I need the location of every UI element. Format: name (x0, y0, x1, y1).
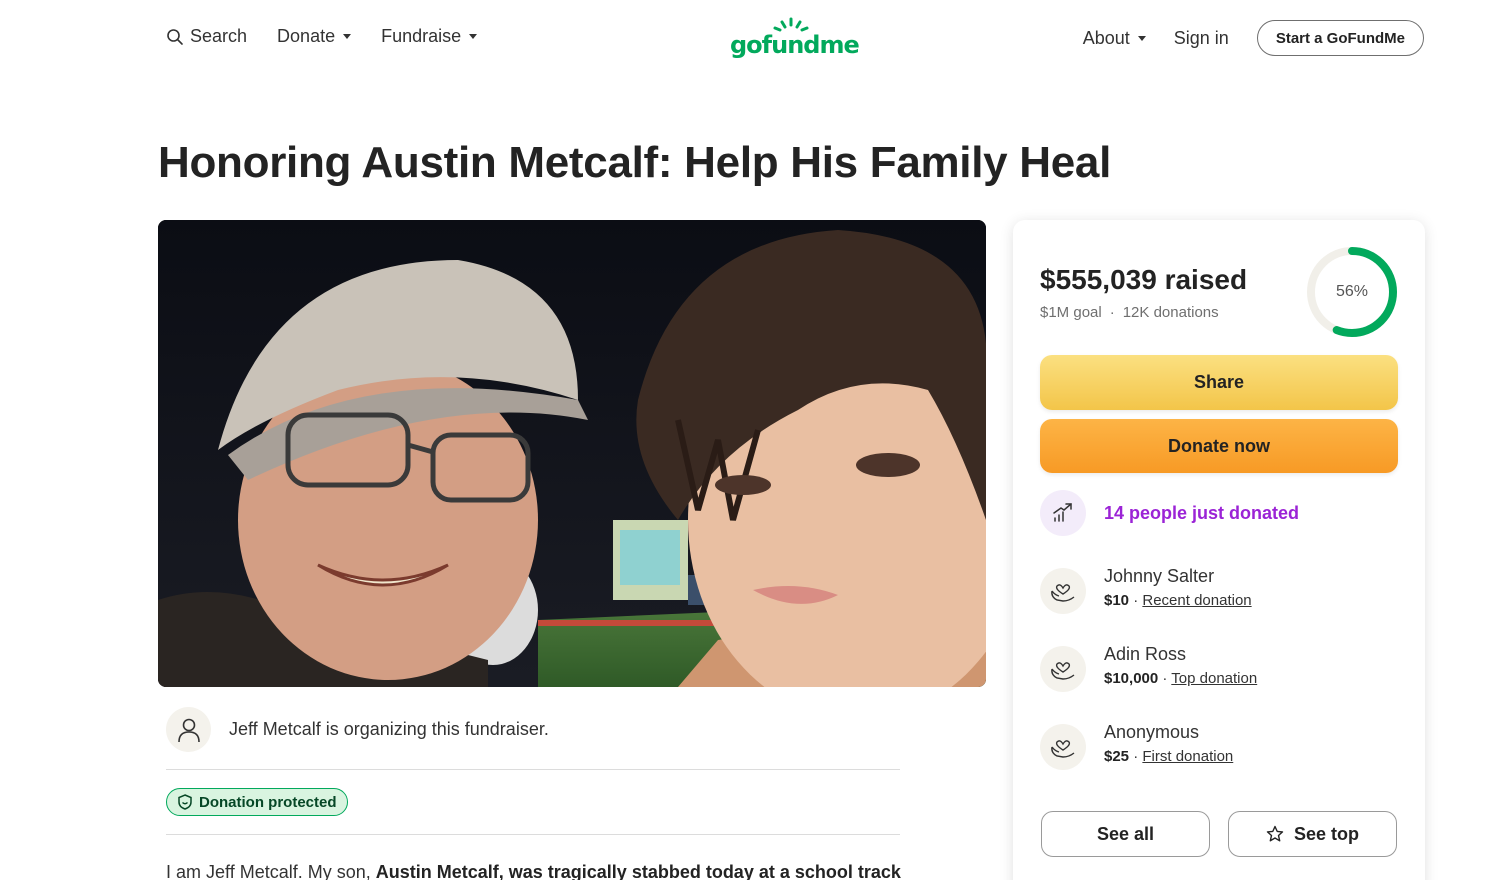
caret-down-icon (1137, 35, 1146, 41)
user-icon (177, 718, 200, 742)
caret-down-icon (343, 34, 352, 39)
search-icon (167, 28, 183, 45)
fundraise-menu-label: Fundraise (381, 26, 462, 46)
list-item: Johnny Salter $10 · Recent donation (1040, 565, 1252, 614)
shield-icon (178, 794, 192, 810)
organizer-row: Jeff Metcalf is organizing this fundrais… (166, 707, 549, 752)
share-button[interactable]: Share (1040, 355, 1398, 410)
see-top-label: See top (1293, 823, 1359, 844)
list-item: Adin Ross $10,000 · Top donation (1040, 643, 1257, 692)
nav-right: About Sign in Start a GoFundMe (1083, 20, 1424, 56)
campaign-photo-illustration (158, 220, 986, 687)
donation-protected-label: Donation protected (199, 793, 337, 811)
see-all-label: See all (1096, 823, 1155, 844)
donor-tag-link[interactable]: Top donation (1171, 670, 1257, 687)
donor-avatar (1040, 568, 1086, 614)
heart-hands-icon (1051, 740, 1075, 758)
story-emphasis: Austin Metcalf, was tragically stabbed t… (375, 862, 901, 880)
donor-name: Anonymous (1104, 722, 1200, 742)
donor-meta: $25 · First donation (1104, 748, 1234, 765)
story-text: I am Jeff Metcalf. My son, (166, 862, 376, 880)
list-item: Anonymous $25 · First donation (1040, 721, 1233, 770)
donor-name: Adin Ross (1104, 644, 1187, 664)
donor-avatar (1040, 724, 1086, 770)
trending-up-icon (1053, 503, 1072, 522)
gofundme-logo[interactable]: gofundme (730, 16, 860, 62)
recent-activity-banner: 14 people just donated (1040, 490, 1299, 536)
donation-card: $555,039 raised $1M goal · 12K donations… (1013, 220, 1425, 880)
heart-hands-icon (1051, 584, 1075, 602)
nav-left: Search Donate Fundraise (166, 26, 478, 47)
see-top-button[interactable]: See top (1228, 811, 1397, 857)
goal-line: $1M goal · 12K donations (1040, 304, 1219, 321)
donor-amount: $10 (1104, 592, 1130, 609)
donor-amount: $25 (1104, 748, 1130, 765)
start-gofundme-label: Start a GoFundMe (1275, 29, 1405, 47)
donor-meta: $10,000 · Top donation (1104, 670, 1258, 687)
goal-amount: $1M goal (1040, 304, 1102, 321)
sign-in-label: Sign in (1173, 27, 1229, 48)
donate-menu-label: Donate (277, 26, 336, 46)
trend-badge (1040, 490, 1086, 536)
donor-tag-link[interactable]: Recent donation (1142, 592, 1251, 609)
search-label: Search (190, 26, 248, 46)
about-menu[interactable]: About (1083, 28, 1146, 49)
donor-tag-link[interactable]: First donation (1142, 748, 1233, 765)
donor-avatar (1040, 646, 1086, 692)
search-button[interactable]: Search (166, 26, 247, 47)
amount-raised: $555,039 raised (1040, 264, 1248, 295)
donor-name: Johnny Salter (1104, 566, 1215, 586)
donation-count: 12K donations (1122, 304, 1219, 321)
about-menu-label: About (1082, 27, 1130, 48)
divider (166, 769, 900, 770)
campaign-story: I am Jeff Metcalf. My son, Austin Metcal… (166, 862, 926, 880)
donate-now-label: Donate now (1168, 435, 1270, 456)
avatar[interactable] (166, 707, 211, 752)
divider (166, 834, 900, 835)
campaign-photo[interactable] (158, 220, 986, 687)
start-gofundme-button[interactable]: Start a GoFundMe (1256, 20, 1424, 56)
just-donated-text: 14 people just donated (1104, 502, 1300, 523)
donate-now-button[interactable]: Donate now (1040, 419, 1398, 473)
fundraise-menu[interactable]: Fundraise (381, 26, 478, 47)
campaign-title: Honoring Austin Metcalf: Help His Family… (158, 138, 1111, 187)
donor-amount: $10,000 (1104, 670, 1159, 687)
logo-text: gofundme (730, 31, 860, 59)
site-header: Search Donate Fundraise gofundme About S… (0, 0, 1498, 78)
progress-ring: 56% (1306, 246, 1398, 338)
donate-menu[interactable]: Donate (277, 26, 352, 47)
donation-protected-badge[interactable]: Donation protected (166, 788, 348, 816)
separator-dot: · (1109, 304, 1115, 321)
caret-down-icon (469, 34, 478, 39)
heart-hands-icon (1051, 662, 1075, 680)
star-icon (1266, 825, 1284, 842)
sign-in-link[interactable]: Sign in (1174, 28, 1229, 49)
donor-meta: $10 · Recent donation (1104, 592, 1252, 609)
progress-percent: 56% (1335, 283, 1369, 300)
see-all-button[interactable]: See all (1041, 811, 1210, 857)
share-label: Share (1193, 372, 1245, 392)
organizer-text: Jeff Metcalf is organizing this fundrais… (229, 719, 549, 739)
